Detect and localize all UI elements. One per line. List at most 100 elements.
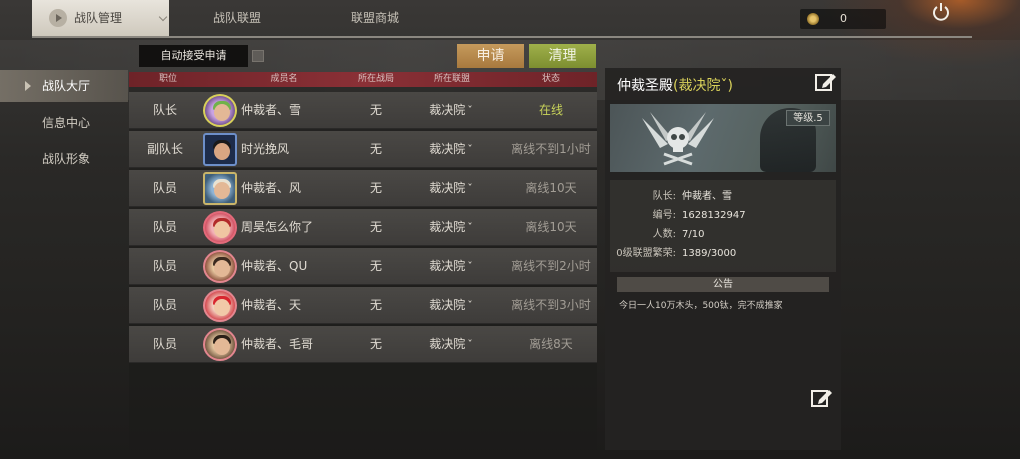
table-header: 职位 成员名 所在战局 所在联盟 状态	[129, 72, 597, 87]
team-level-badge: 等级.5	[786, 110, 830, 126]
avatar	[203, 172, 237, 205]
info-row-leader: 队长: 仲裁者、雪	[610, 188, 836, 206]
member-alliance[interactable]: 裁决院	[416, 287, 486, 324]
member-status: 离线10天	[525, 181, 577, 195]
table-row[interactable]: 队员 仲裁者、毛哥 无 裁决院 离线8天	[129, 326, 597, 363]
team-info-panel: 仲裁圣殿(裁决院ˇ) 等级.5 队长: 仲裁者、雪 编号: 1628132947	[605, 68, 841, 450]
avatar-face	[214, 221, 230, 238]
info-key: 队长:	[652, 191, 676, 202]
member-name: 周昊怎么你了	[241, 220, 314, 234]
member-status: 离线不到1小时	[511, 142, 591, 156]
avatar-face	[214, 104, 230, 121]
auto-accept-checkbox[interactable]	[252, 50, 264, 62]
avatar-face	[214, 338, 230, 355]
notice-text: 今日一人10万木头，500钛，完不成推家	[619, 301, 783, 311]
tab-team-alliance[interactable]: 战队联盟	[182, 0, 292, 36]
info-row-prosperity: 0级联盟繁荣: 1389/3000	[610, 245, 836, 263]
info-value: 仲裁者、雪	[682, 191, 732, 202]
member-war: 无	[369, 259, 382, 273]
edit-icon[interactable]	[815, 72, 837, 92]
team-banner: 等级.5	[610, 104, 836, 172]
avatar	[203, 328, 237, 361]
member-status: 离线10天	[525, 220, 577, 234]
avatar-face	[214, 260, 230, 277]
member-role: 队员	[152, 298, 177, 312]
member-war: 无	[369, 103, 382, 117]
team-alliance-close: )	[727, 78, 733, 94]
coin-counter: 0	[800, 9, 886, 29]
member-status: 在线	[538, 103, 563, 117]
table-row[interactable]: 队员 仲裁者、QU 无 裁决院 离线不到2小时	[129, 248, 597, 285]
member-role: 队长	[152, 103, 177, 117]
avatar	[203, 250, 237, 283]
team-name: 仲裁圣殿	[617, 78, 673, 94]
avatar	[203, 289, 237, 322]
sidebar-item-label: 战队大厅	[42, 79, 91, 93]
member-role: 队员	[152, 337, 177, 351]
member-name: 仲裁者、风	[241, 181, 302, 195]
member-alliance[interactable]: 裁决院	[416, 170, 486, 207]
member-role: 副队长	[146, 142, 183, 156]
tab-alliance-shop[interactable]: 联盟商城	[320, 0, 430, 36]
tab-team-management[interactable]: 战队管理	[32, 0, 169, 36]
avatar-face	[214, 299, 230, 316]
member-role: 队员	[152, 181, 177, 195]
play-icon	[49, 9, 67, 27]
member-alliance[interactable]: 裁决院	[416, 131, 486, 168]
info-key: 0级联盟繁荣:	[616, 248, 676, 259]
sidebar-item-team-hall[interactable]: 战队大厅	[0, 70, 128, 102]
member-alliance[interactable]: 裁决院	[416, 92, 486, 129]
member-war: 无	[369, 220, 382, 234]
member-role: 队员	[152, 220, 177, 234]
clean-button[interactable]: 清理	[529, 44, 596, 68]
info-row-members: 人数: 7/10	[610, 226, 836, 244]
power-icon[interactable]	[931, 2, 951, 22]
table-row[interactable]: 副队长 时光挽风 无 裁决院 离线不到1小时	[129, 131, 597, 168]
avatar	[203, 211, 237, 244]
coin-value: 0	[840, 12, 847, 25]
table-row[interactable]: 队长 仲裁者、雪 无 裁决院 在线	[129, 92, 597, 129]
sidebar-item-team-image[interactable]: 战队形象	[0, 143, 128, 175]
member-name: 仲裁者、雪	[241, 103, 302, 117]
sidebar-item-label: 信息中心	[42, 116, 91, 130]
member-name: 仲裁者、毛哥	[241, 337, 314, 351]
info-value: 1389/3000	[682, 248, 737, 259]
sidebar-item-info-center[interactable]: 信息中心	[0, 107, 128, 139]
avatar-face	[214, 143, 230, 160]
info-value: 1628132947	[682, 210, 746, 221]
auto-accept-label: 自动接受申请	[139, 45, 248, 67]
member-alliance[interactable]: 裁决院	[416, 326, 486, 363]
apply-button[interactable]: 申请	[457, 44, 524, 68]
member-name: 仲裁者、天	[241, 298, 302, 312]
team-alliance-link[interactable]: 裁决院	[678, 78, 720, 94]
member-alliance[interactable]: 裁决院	[416, 209, 486, 246]
tab-label: 战队管理	[74, 11, 123, 25]
edit-notice-icon[interactable]	[811, 388, 833, 408]
info-row-id: 编号: 1628132947	[610, 207, 836, 225]
table-row[interactable]: 队员 周昊怎么你了 无 裁决院 离线10天	[129, 209, 597, 246]
avatar-face	[214, 182, 230, 199]
column-header-war: 所在战局	[357, 74, 394, 84]
notice-title: 公告	[617, 277, 829, 292]
team-info-block: 队长: 仲裁者、雪 编号: 1628132947 人数: 7/10 0级联盟繁荣…	[610, 180, 836, 272]
avatar	[203, 133, 237, 166]
play-icon	[25, 81, 31, 91]
top-tab-bar: 战队管理 战队联盟 联盟商城 0	[0, 0, 1020, 38]
member-alliance[interactable]: 裁决院	[416, 248, 486, 285]
info-value: 7/10	[682, 229, 705, 240]
member-name: 时光挽风	[241, 142, 290, 156]
member-status: 离线不到3小时	[511, 298, 591, 312]
member-status: 离线不到2小时	[511, 259, 591, 273]
sidebar-item-label: 战队形象	[42, 152, 91, 166]
member-war: 无	[369, 142, 382, 156]
member-status: 离线8天	[529, 337, 573, 351]
team-title: 仲裁圣殿(裁决院ˇ)	[617, 75, 733, 95]
table-row[interactable]: 队员 仲裁者、风 无 裁决院 离线10天	[129, 170, 597, 207]
member-war: 无	[369, 337, 382, 351]
chevron-down-icon	[158, 12, 168, 22]
avatar	[203, 94, 237, 127]
column-header-status: 状态	[541, 74, 560, 84]
table-row[interactable]: 队员 仲裁者、天 无 裁决院 离线不到3小时	[129, 287, 597, 324]
column-header-name: 成员名	[270, 74, 298, 84]
tab-divider	[32, 36, 972, 38]
